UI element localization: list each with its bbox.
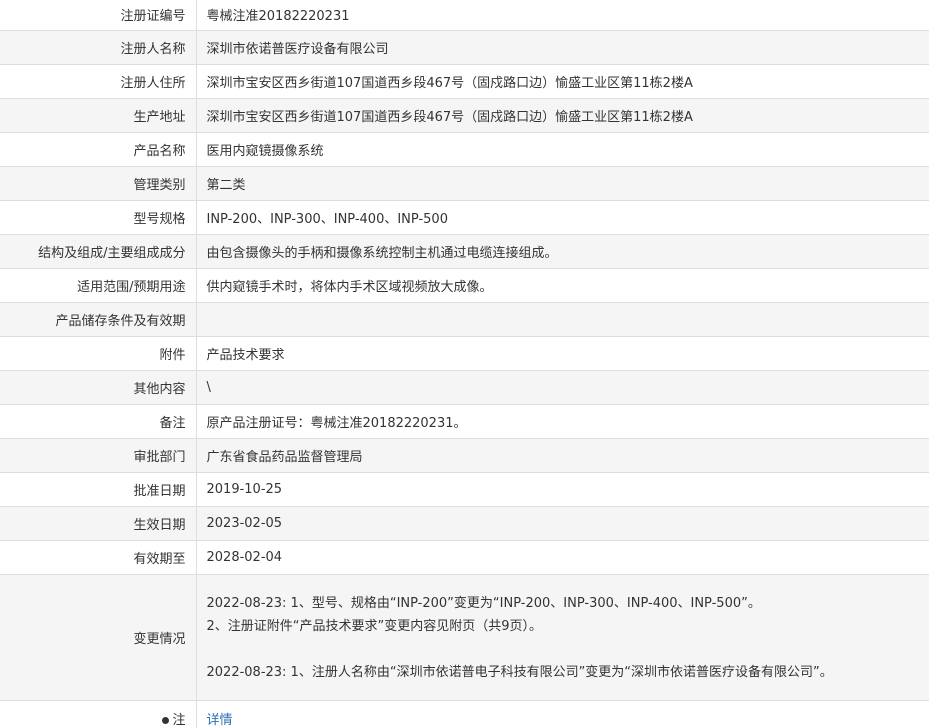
change-history-row: 变更情况 2022-08-23: 1、型号、规格由“INP-200”变更为“IN… [0, 573, 929, 701]
field-value: 详情 [196, 699, 929, 728]
registration-detail-table: 注册证编号 粤械注准20182220231 注册人名称 深圳市依诺普医疗设备有限… [0, 0, 929, 728]
field-label: 型号规格 [0, 199, 197, 235]
field-label: 审批部门 [0, 437, 197, 473]
table-row: 生效日期 2023-02-05 [0, 505, 929, 541]
field-value: 粤械注准20182220231 [196, 0, 929, 31]
field-label: 结构及组成/主要组成成分 [0, 233, 197, 269]
field-label: 适用范围/预期用途 [0, 267, 197, 303]
table-row: 注册证编号 粤械注准20182220231 [0, 0, 929, 31]
table-row: 结构及组成/主要组成成分 由包含摄像头的手柄和摄像系统控制主机通过电缆连接组成。 [0, 233, 929, 269]
table-row: 其他内容 \ [0, 369, 929, 405]
field-value: 由包含摄像头的手柄和摄像系统控制主机通过电缆连接组成。 [196, 233, 929, 269]
table-row: 批准日期 2019-10-25 [0, 471, 929, 507]
field-label: 注册人住所 [0, 63, 197, 99]
change-history-block: 2022-08-23: 1、型号、规格由“INP-200”变更为“INP-200… [207, 590, 929, 684]
field-label: 管理类别 [0, 165, 197, 201]
field-value [196, 301, 929, 337]
change-spacer [207, 638, 929, 661]
field-value: 第二类 [196, 165, 929, 201]
table-row: 注 详情 [0, 699, 929, 728]
field-value: 2028-02-04 [196, 539, 929, 575]
table-row: 产品名称 医用内窥镜摄像系统 [0, 131, 929, 167]
field-value: 深圳市依诺普医疗设备有限公司 [196, 29, 929, 65]
field-value: 深圳市宝安区西乡街道107国道西乡段467号（固戍路口边）愉盛工业区第11栋2楼… [196, 97, 929, 133]
field-value: 深圳市宝安区西乡街道107国道西乡段467号（固戍路口边）愉盛工业区第11栋2楼… [196, 63, 929, 99]
table-row: 管理类别 第二类 [0, 165, 929, 201]
field-label: 变更情况 [0, 573, 197, 701]
field-value: 原产品注册证号：粤械注准20182220231。 [196, 403, 929, 439]
field-label: 注册人名称 [0, 29, 197, 65]
field-value: 医用内窥镜摄像系统 [196, 131, 929, 167]
table-row: 注册人住所 深圳市宝安区西乡街道107国道西乡段467号（固戍路口边）愉盛工业区… [0, 63, 929, 99]
table-row: 产品储存条件及有效期 [0, 301, 929, 337]
details-link[interactable]: 详情 [207, 713, 233, 728]
note-label: 注 [172, 712, 186, 728]
field-label: 产品名称 [0, 131, 197, 167]
field-value: 2019-10-25 [196, 471, 929, 507]
field-label: 注 [0, 699, 197, 728]
table-row: 型号规格 INP-200、INP-300、INP-400、INP-500 [0, 199, 929, 235]
field-label: 有效期至 [0, 539, 197, 575]
field-value: 产品技术要求 [196, 335, 929, 371]
bullet-icon [162, 716, 170, 724]
change-line: 2022-08-23: 1、型号、规格由“INP-200”变更为“INP-200… [206, 596, 761, 611]
field-label: 附件 [0, 335, 197, 371]
table-row: 适用范围/预期用途 供内窥镜手术时，将体内手术区域视频放大成像。 [0, 267, 929, 303]
table-row: 有效期至 2028-02-04 [0, 539, 929, 575]
field-label: 生效日期 [0, 505, 197, 541]
field-label: 注册证编号 [0, 0, 197, 31]
change-line: 2、注册证附件“产品技术要求”变更内容见附页（共9页）。 [206, 619, 543, 634]
change-history-value: 2022-08-23: 1、型号、规格由“INP-200”变更为“INP-200… [196, 573, 929, 701]
table-row: 备注 原产品注册证号：粤械注准20182220231。 [0, 403, 929, 439]
field-label: 批准日期 [0, 471, 197, 507]
table-row: 附件 产品技术要求 [0, 335, 929, 371]
field-value: 供内窥镜手术时，将体内手术区域视频放大成像。 [196, 267, 929, 303]
field-label: 生产地址 [0, 97, 197, 133]
field-value: 广东省食品药品监督管理局 [196, 437, 929, 473]
field-value: INP-200、INP-300、INP-400、INP-500 [196, 199, 929, 235]
table-row: 生产地址 深圳市宝安区西乡街道107国道西乡段467号（固戍路口边）愉盛工业区第… [0, 97, 929, 133]
change-line: 2022-08-23: 1、注册人名称由“深圳市依诺普电子科技有限公司”变更为“… [206, 665, 833, 680]
table-row: 审批部门 广东省食品药品监督管理局 [0, 437, 929, 473]
field-label: 备注 [0, 403, 197, 439]
field-label: 其他内容 [0, 369, 197, 405]
field-value: \ [196, 369, 929, 405]
registration-detail-page: 注册证编号 粤械注准20182220231 注册人名称 深圳市依诺普医疗设备有限… [0, 0, 929, 728]
field-value: 2023-02-05 [196, 505, 929, 541]
table-row: 注册人名称 深圳市依诺普医疗设备有限公司 [0, 29, 929, 65]
field-label: 产品储存条件及有效期 [0, 301, 197, 337]
